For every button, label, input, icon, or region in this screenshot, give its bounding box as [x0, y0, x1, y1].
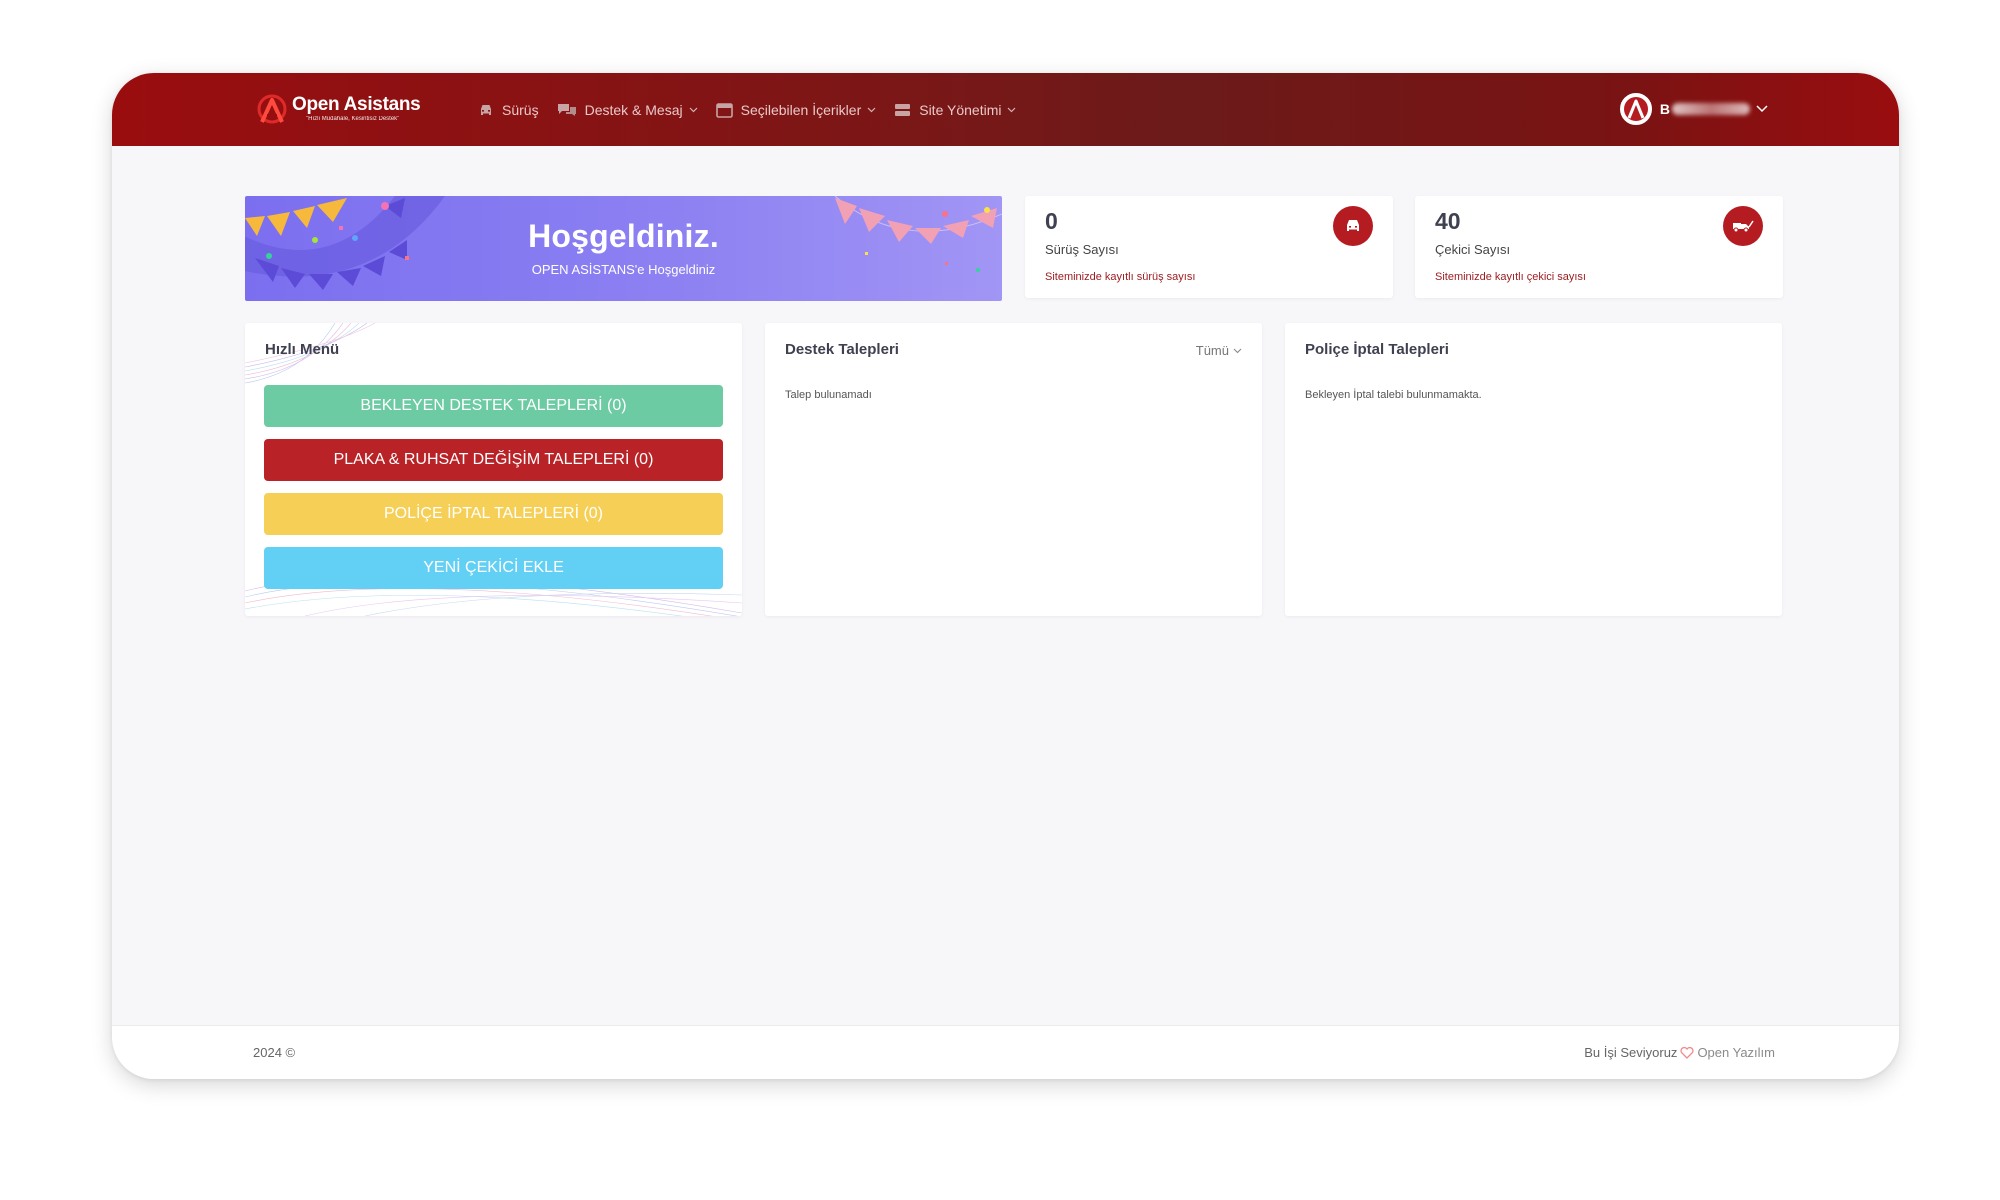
stat-icon-badge [1723, 206, 1763, 246]
plate-license-change-requests-button[interactable]: PLAKA & RUHSAT DEĞİŞİM TALEPLERİ (0) [264, 439, 723, 481]
stat-value: 40 [1435, 208, 1461, 234]
support-requests-panel: Destek Talepleri Tümü Talep bulunamadı [765, 323, 1262, 616]
brand-name: Open Asistans [292, 94, 421, 115]
avatar [1619, 93, 1652, 125]
panel-title: Destek Talepleri [785, 341, 899, 358]
chevron-down-icon [867, 107, 876, 113]
filter-dropdown[interactable]: Tümü [1196, 343, 1242, 358]
company-link[interactable]: Open Yazılım [1697, 1045, 1775, 1060]
car-icon [481, 105, 491, 115]
stat-value: 0 [1045, 208, 1058, 234]
user-avatar-icon [1623, 97, 1648, 121]
stat-card-cekici: 40 Çekici Sayısı Siteminizde kayıtlı çek… [1415, 196, 1783, 298]
stat-label: Sürüş Sayısı [1045, 242, 1119, 257]
copyright: 2024 © [253, 1045, 296, 1060]
stat-label: Çekici Sayısı [1435, 242, 1511, 257]
panel-title: Poliçe İptal Talepleri [1305, 341, 1449, 358]
banner-subtitle: OPEN ASİSTANS'e Hoşgeldiniz [531, 262, 716, 277]
nav-item-surus[interactable]: Sürüş [478, 102, 539, 118]
add-tow-truck-button[interactable]: YENİ ÇEKİCİ EKLE [264, 547, 723, 589]
car-icon [1347, 220, 1359, 231]
stat-note: Siteminizde kayıtlı sürüş sayısı [1045, 271, 1196, 283]
policy-cancel-panel: Poliçe İptal Talepleri Bekleyen İptal ta… [1285, 323, 1782, 616]
main-nav: Sürüş Destek & Mesaj Seçilebilen İçerikl… [478, 95, 1034, 125]
stat-icon-badge [1333, 206, 1373, 246]
nav-item-label: Sürüş [502, 102, 539, 118]
brand-tagline: "Hızlı Müdahale, Kesintisiz Destek" [306, 116, 400, 122]
chevron-down-icon [1756, 105, 1768, 113]
chevron-down-icon [1008, 107, 1016, 113]
nav-item-secilebilen-icerikler[interactable]: Seçilebilen İçerikler [715, 102, 877, 118]
tow-truck-icon [1733, 220, 1754, 233]
pending-support-requests-button[interactable]: BEKLEYEN DESTEK TALEPLERİ (0) [264, 385, 723, 427]
quick-menu-title: Hızlı Menü [265, 341, 340, 358]
footer-credit: Bu İşi Seviyoruz Open Yazılım [1584, 1045, 1775, 1060]
policy-cancel-requests-button[interactable]: POLİÇE İPTAL TALEPLERİ (0) [264, 493, 723, 535]
brand-logo[interactable]: Open Asistans "Hızlı Müdahale, Kesintisi… [256, 89, 421, 129]
nav-item-destek-mesaj[interactable]: Destek & Mesaj [557, 102, 698, 118]
user-name-redacted [1672, 103, 1750, 115]
banner-title: Hoşgeldiniz. [528, 218, 719, 254]
filter-label: Tümü [1195, 343, 1229, 358]
empty-state-text: Bekleyen İptal talebi bulunmamakta. [1305, 389, 1482, 401]
user-name: B [1659, 101, 1670, 117]
nav-item-label: Destek & Mesaj [584, 102, 683, 118]
footer: 2024 © Bu İşi Seviyoruz Open Yazılım [112, 1025, 1899, 1079]
chat-bubbles-icon [557, 104, 576, 116]
nav-item-label: Seçilebilen İçerikler [740, 102, 862, 118]
quick-menu-panel: Hızlı Menü BEKLEYEN DESTEK TALEPLERİ (0)… [245, 323, 742, 616]
heart-icon [1680, 1046, 1694, 1059]
window-icon [715, 102, 733, 118]
credit-text: Bu İşi Seviyoruz [1584, 1045, 1678, 1060]
welcome-banner: Hoşgeldiniz. OPEN ASİSTANS'e Hoşgeldiniz [245, 196, 1002, 301]
nav-item-site-yonetimi[interactable]: Site Yönetimi [894, 102, 1016, 118]
stat-note: Siteminizde kayıtlı çekici sayısı [1435, 271, 1586, 283]
chevron-down-icon [689, 107, 698, 113]
nav-item-label: Site Yönetimi [919, 102, 1002, 118]
user-menu[interactable]: B [1619, 91, 1768, 127]
stat-card-surus: 0 Sürüş Sayısı Siteminizde kayıtlı sürüş… [1025, 196, 1393, 298]
chevron-down-icon [1233, 348, 1242, 353]
server-icon [895, 103, 911, 116]
empty-state-text: Talep bulunamadı [785, 389, 872, 401]
app-window: Open Asistans "Hızlı Müdahale, Kesintisi… [112, 73, 1899, 1079]
top-navbar: Open Asistans "Hızlı Müdahale, Kesintisi… [112, 73, 1899, 146]
brand-logo-icon [257, 94, 287, 124]
